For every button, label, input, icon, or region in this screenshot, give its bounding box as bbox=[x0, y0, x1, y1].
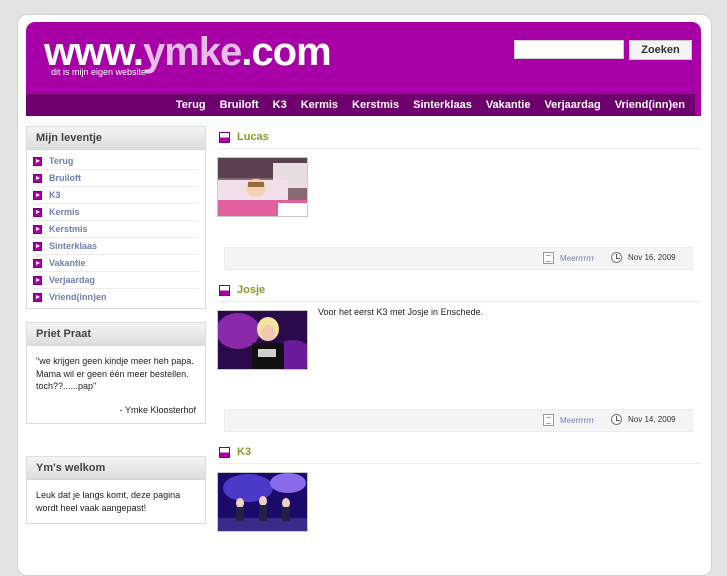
priet-praat-author: - Ymke Kloosterhof bbox=[119, 404, 196, 415]
sidebar-item-label: Vriend(inn)en bbox=[49, 292, 107, 302]
post-date: Nov 16, 2009 bbox=[611, 252, 676, 263]
search-button[interactable]: Zoeken bbox=[629, 40, 692, 60]
sidebar-item-label: Terug bbox=[49, 156, 74, 166]
photo-child-in-bed bbox=[218, 158, 307, 216]
logo-name: ymke bbox=[142, 30, 242, 74]
sidebar-item-verjaardag[interactable]: Verjaardag bbox=[33, 272, 199, 289]
post-footer: Meerrrrrrr Nov 14, 2009 bbox=[224, 409, 693, 432]
sidebar-item-label: Verjaardag bbox=[49, 275, 96, 285]
post-body: Voor het eerst K3 met Josje in Enschede. bbox=[318, 307, 484, 317]
nav-item-verjaardag[interactable]: Verjaardag bbox=[544, 94, 600, 116]
read-more-link[interactable]: Meerrrrrrr bbox=[543, 414, 594, 426]
post-icon bbox=[219, 284, 230, 296]
post-title-row: Josje bbox=[219, 279, 701, 302]
sidebar-item-vriendinnen[interactable]: Vriend(inn)en bbox=[33, 289, 199, 305]
post-title[interactable]: Josje bbox=[237, 284, 265, 296]
arrow-right-icon bbox=[33, 173, 42, 183]
post-title-row: K3 bbox=[219, 441, 701, 464]
clock-icon bbox=[611, 414, 622, 425]
site-header: www.ymke.com dit is mijn eigen website Z… bbox=[26, 22, 701, 116]
post-footer: Meerrrrrrr Nov 16, 2009 bbox=[224, 247, 693, 270]
sidebar-item-label: Sinterklaas bbox=[49, 241, 98, 251]
sidebar-item-kermis[interactable]: Kermis bbox=[33, 204, 199, 221]
sidebar-menu-box: Mijn leventje Terug Bruiloft K3 Kermis K… bbox=[26, 126, 206, 309]
arrow-right-icon bbox=[33, 241, 42, 251]
arrow-right-icon bbox=[33, 207, 42, 217]
priet-praat-box: Priet Praat "we krijgen geen kindje meer… bbox=[26, 322, 206, 424]
sidebar-item-label: Kermis bbox=[49, 207, 80, 217]
sidebar-item-vakantie[interactable]: Vakantie bbox=[33, 255, 199, 272]
search-input[interactable] bbox=[514, 40, 624, 59]
welcome-text: Leuk dat je langs komt, deze pagina word… bbox=[36, 490, 181, 513]
sidebar-item-kerstmis[interactable]: Kerstmis bbox=[33, 221, 199, 238]
post-icon bbox=[219, 131, 230, 143]
post-date-label: Nov 16, 2009 bbox=[628, 253, 676, 262]
read-more-label: Meerrrrrrr bbox=[560, 415, 595, 425]
sidebar-item-k3[interactable]: K3 bbox=[33, 187, 199, 204]
read-more-link[interactable]: Meerrrrrrr bbox=[543, 252, 594, 264]
photo-singer-on-stage bbox=[218, 311, 307, 369]
nav-item-k3[interactable]: K3 bbox=[273, 94, 287, 116]
read-more-label: Meerrrrrrr bbox=[560, 253, 595, 263]
arrow-right-icon bbox=[33, 258, 42, 268]
post-thumbnail[interactable] bbox=[217, 157, 308, 217]
sidebar-item-label: Kerstmis bbox=[49, 224, 88, 234]
photo-k3-concert bbox=[218, 473, 307, 531]
post-title[interactable]: Lucas bbox=[237, 131, 269, 143]
sidebar-menu-title: Mijn leventje bbox=[27, 127, 205, 150]
nav-item-vriendinnen[interactable]: Vriend(inn)en bbox=[615, 94, 685, 116]
nav-item-sinterklaas[interactable]: Sinterklaas bbox=[413, 94, 472, 116]
post-icon bbox=[219, 446, 230, 458]
logo-suffix: .com bbox=[241, 30, 331, 74]
nav-item-vakantie[interactable]: Vakantie bbox=[486, 94, 531, 116]
post-title[interactable]: K3 bbox=[237, 446, 251, 458]
post-thumbnail[interactable] bbox=[217, 310, 308, 370]
priet-praat-quote: "we krijgen geen kindje meer heh papa. M… bbox=[36, 356, 194, 391]
post-thumbnail[interactable] bbox=[217, 472, 308, 532]
sidebar-item-label: Bruiloft bbox=[49, 173, 81, 183]
document-icon bbox=[543, 252, 554, 264]
arrow-right-icon bbox=[33, 275, 42, 285]
welcome-box: Ym's welkom Leuk dat je langs komt, deze… bbox=[26, 456, 206, 524]
nav-item-bruiloft[interactable]: Bruiloft bbox=[220, 94, 259, 116]
sidebar-item-label: K3 bbox=[49, 190, 61, 200]
arrow-right-icon bbox=[33, 190, 42, 200]
document-icon bbox=[543, 414, 554, 426]
sidebar-item-terug[interactable]: Terug bbox=[33, 153, 199, 170]
sidebar-item-label: Vakantie bbox=[49, 258, 86, 268]
arrow-right-icon bbox=[33, 224, 42, 234]
post-date: Nov 14, 2009 bbox=[611, 414, 676, 425]
post-title-row: Lucas bbox=[219, 126, 701, 149]
priet-praat-title: Priet Praat bbox=[27, 323, 205, 346]
sidebar-item-bruiloft[interactable]: Bruiloft bbox=[33, 170, 199, 187]
arrow-right-icon bbox=[33, 156, 42, 166]
post-date-label: Nov 14, 2009 bbox=[628, 415, 676, 424]
main-nav: Terug Bruiloft K3 Kermis Kerstmis Sinter… bbox=[26, 94, 695, 116]
site-tagline: dit is mijn eigen website bbox=[51, 67, 147, 77]
nav-item-kermis[interactable]: Kermis bbox=[301, 94, 338, 116]
welcome-title: Ym's welkom bbox=[27, 457, 205, 480]
nav-item-terug[interactable]: Terug bbox=[176, 94, 206, 116]
nav-item-kerstmis[interactable]: Kerstmis bbox=[352, 94, 399, 116]
arrow-right-icon bbox=[33, 292, 42, 302]
sidebar-item-sinterklaas[interactable]: Sinterklaas bbox=[33, 238, 199, 255]
clock-icon bbox=[611, 252, 622, 263]
